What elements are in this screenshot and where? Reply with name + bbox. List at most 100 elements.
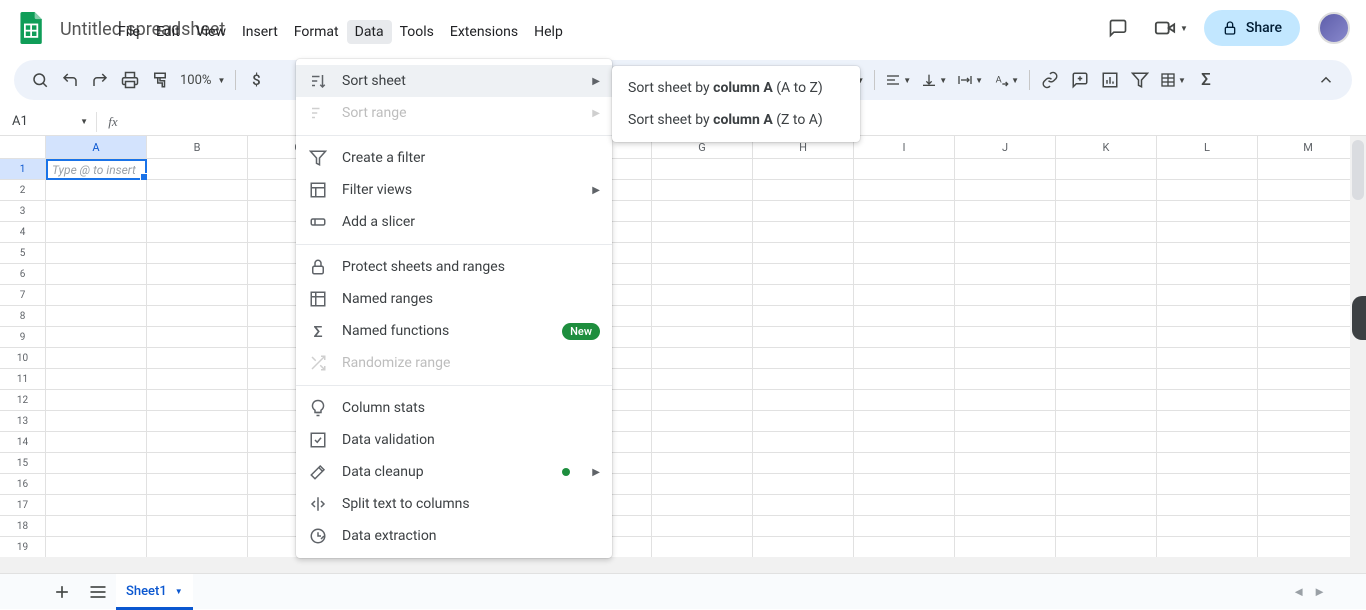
cell-G2[interactable] xyxy=(652,180,753,201)
cell-L7[interactable] xyxy=(1157,285,1258,306)
meet-button[interactable]: ▼ xyxy=(1146,8,1196,48)
comments-icon[interactable] xyxy=(1098,8,1138,48)
cell-J16[interactable] xyxy=(955,474,1056,495)
cell-H17[interactable] xyxy=(753,495,854,516)
cell-B4[interactable] xyxy=(147,222,248,243)
menu-named-ranges[interactable]: Named ranges xyxy=(296,283,612,315)
vertical-scrollbar[interactable] xyxy=(1350,136,1366,557)
cell-H13[interactable] xyxy=(753,411,854,432)
menu-file[interactable]: File xyxy=(110,20,148,44)
menu-tools[interactable]: Tools xyxy=(392,20,442,44)
cell-B19[interactable] xyxy=(147,537,248,557)
cell-I6[interactable] xyxy=(854,264,955,285)
row-header-19[interactable]: 19 xyxy=(0,537,46,557)
cell-M16[interactable] xyxy=(1258,474,1359,495)
all-sheets-icon[interactable] xyxy=(80,577,116,607)
cell-L19[interactable] xyxy=(1157,537,1258,557)
cell-A5[interactable] xyxy=(46,243,147,264)
cell-J11[interactable] xyxy=(955,369,1056,390)
cell-I2[interactable] xyxy=(854,180,955,201)
cell-G19[interactable] xyxy=(652,537,753,557)
collapse-toolbar-icon[interactable] xyxy=(1312,66,1340,94)
cell-A17[interactable] xyxy=(46,495,147,516)
cell-A11[interactable] xyxy=(46,369,147,390)
sheets-logo-icon[interactable] xyxy=(16,12,48,44)
cell-H6[interactable] xyxy=(753,264,854,285)
cell-J2[interactable] xyxy=(955,180,1056,201)
cell-J15[interactable] xyxy=(955,453,1056,474)
scroll-left-icon[interactable]: ◄ xyxy=(1292,584,1305,600)
cell-M9[interactable] xyxy=(1258,327,1359,348)
name-box[interactable]: A1▼ xyxy=(6,114,96,129)
cell-I3[interactable] xyxy=(854,201,955,222)
cell-B14[interactable] xyxy=(147,432,248,453)
column-header-B[interactable]: B xyxy=(147,136,248,158)
row-header-12[interactable]: 12 xyxy=(0,390,46,411)
cell-M12[interactable] xyxy=(1258,390,1359,411)
cell-A15[interactable] xyxy=(46,453,147,474)
cell-H1[interactable] xyxy=(753,159,854,180)
cell-H15[interactable] xyxy=(753,453,854,474)
cell-G13[interactable] xyxy=(652,411,753,432)
insert-comment-icon[interactable] xyxy=(1066,66,1094,94)
cell-L6[interactable] xyxy=(1157,264,1258,285)
cell-J17[interactable] xyxy=(955,495,1056,516)
cell-G1[interactable] xyxy=(652,159,753,180)
add-sheet-icon[interactable] xyxy=(44,577,80,607)
menu-sort-za[interactable]: Sort sheet by column A (Z to A) xyxy=(612,104,860,136)
cell-B9[interactable] xyxy=(147,327,248,348)
cell-M17[interactable] xyxy=(1258,495,1359,516)
cell-B15[interactable] xyxy=(147,453,248,474)
column-header-K[interactable]: K xyxy=(1056,136,1157,158)
search-menus-icon[interactable] xyxy=(26,66,54,94)
row-header-3[interactable]: 3 xyxy=(0,201,46,222)
cell-G5[interactable] xyxy=(652,243,753,264)
cell-A14[interactable] xyxy=(46,432,147,453)
menu-protect-sheets[interactable]: Protect sheets and ranges xyxy=(296,251,612,283)
cell-J13[interactable] xyxy=(955,411,1056,432)
cell-B3[interactable] xyxy=(147,201,248,222)
cell-G10[interactable] xyxy=(652,348,753,369)
menu-named-functions[interactable]: Σ Named functions New xyxy=(296,315,612,347)
cell-J10[interactable] xyxy=(955,348,1056,369)
cell-B12[interactable] xyxy=(147,390,248,411)
zoom-dropdown[interactable]: 100%▼ xyxy=(176,66,229,94)
cell-I14[interactable] xyxy=(854,432,955,453)
cell-M19[interactable] xyxy=(1258,537,1359,557)
cell-L10[interactable] xyxy=(1157,348,1258,369)
menu-data-cleanup[interactable]: Data cleanup ▶ xyxy=(296,456,612,488)
cell-B2[interactable] xyxy=(147,180,248,201)
menu-create-filter[interactable]: Create a filter xyxy=(296,142,612,174)
cell-K1[interactable] xyxy=(1056,159,1157,180)
cell-J4[interactable] xyxy=(955,222,1056,243)
cell-H3[interactable] xyxy=(753,201,854,222)
menu-column-stats[interactable]: Column stats xyxy=(296,392,612,424)
cell-K5[interactable] xyxy=(1056,243,1157,264)
cell-M15[interactable] xyxy=(1258,453,1359,474)
undo-icon[interactable] xyxy=(56,66,84,94)
cell-K8[interactable] xyxy=(1056,306,1157,327)
cell-J1[interactable] xyxy=(955,159,1056,180)
cell-A7[interactable] xyxy=(46,285,147,306)
cell-G11[interactable] xyxy=(652,369,753,390)
cell-B1[interactable] xyxy=(147,159,248,180)
sheet-tab-1[interactable]: Sheet1▼ xyxy=(116,574,193,610)
cell-A2[interactable] xyxy=(46,180,147,201)
functions-icon[interactable]: Σ xyxy=(1192,66,1220,94)
menu-data-validation[interactable]: Data validation xyxy=(296,424,612,456)
cell-L8[interactable] xyxy=(1157,306,1258,327)
cell-M14[interactable] xyxy=(1258,432,1359,453)
row-header-10[interactable]: 10 xyxy=(0,348,46,369)
row-header-17[interactable]: 17 xyxy=(0,495,46,516)
row-header-9[interactable]: 9 xyxy=(0,327,46,348)
column-header-M[interactable]: M xyxy=(1258,136,1359,158)
cell-M18[interactable] xyxy=(1258,516,1359,537)
cell-K17[interactable] xyxy=(1056,495,1157,516)
cell-I15[interactable] xyxy=(854,453,955,474)
cell-B16[interactable] xyxy=(147,474,248,495)
row-header-16[interactable]: 16 xyxy=(0,474,46,495)
side-panel-toggle[interactable] xyxy=(1352,296,1366,340)
cell-K15[interactable] xyxy=(1056,453,1157,474)
cell-A4[interactable] xyxy=(46,222,147,243)
cell-M13[interactable] xyxy=(1258,411,1359,432)
